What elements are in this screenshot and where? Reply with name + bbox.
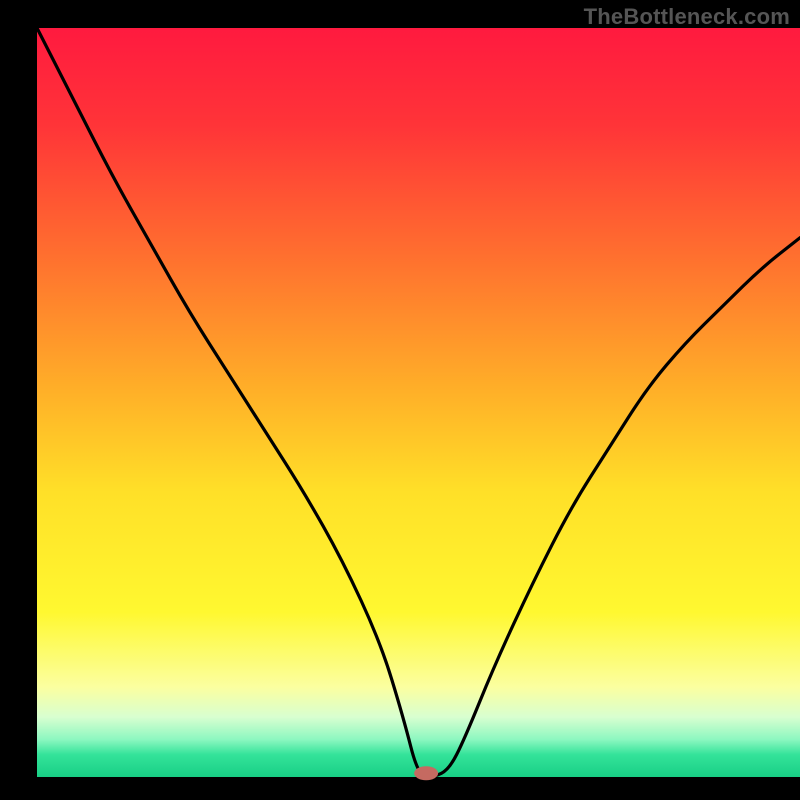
watermark-text: TheBottleneck.com (584, 4, 790, 30)
plot-background (37, 28, 800, 777)
bottleneck-chart (0, 0, 800, 800)
optimal-point-marker (414, 766, 438, 780)
chart-frame: TheBottleneck.com (0, 0, 800, 800)
